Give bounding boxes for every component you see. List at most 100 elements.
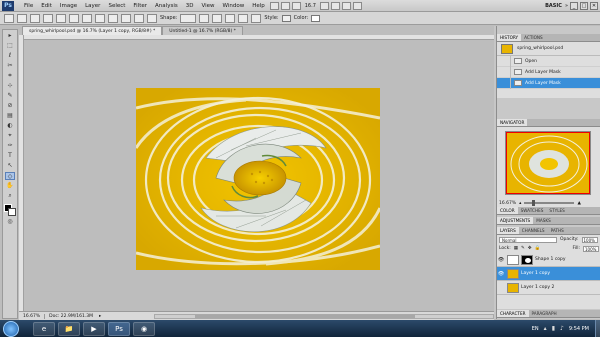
- tab-spring-whirlpool[interactable]: spring_whirlpool.psd @ 16.7% (Layer 1 co…: [22, 26, 163, 35]
- color-swatches[interactable]: [4, 204, 16, 216]
- taskbar-ie-icon[interactable]: e: [33, 321, 55, 336]
- blend-mode-select[interactable]: Normal: [499, 236, 557, 243]
- lock-position-icon[interactable]: ✥: [528, 246, 532, 251]
- ruler-vertical[interactable]: [19, 35, 24, 311]
- hand-tool-icon[interactable]: ✋: [5, 182, 15, 190]
- history-brush-tool-icon[interactable]: ▤: [5, 112, 15, 120]
- screen-mode-icon[interactable]: [352, 1, 362, 10]
- intersect-shape-icon[interactable]: [225, 13, 236, 23]
- taskbar-explorer-icon[interactable]: 📁: [58, 321, 80, 336]
- mini-bridge-icon[interactable]: [280, 1, 290, 10]
- tab-masks[interactable]: MASKS: [533, 217, 554, 224]
- tab-color[interactable]: COLOR: [497, 207, 518, 214]
- quick-mask-icon[interactable]: ◎: [5, 218, 15, 226]
- menu-image[interactable]: Image: [56, 3, 81, 9]
- pen-icon[interactable]: [56, 13, 66, 23]
- opacity-input[interactable]: 100%: [581, 236, 598, 243]
- show-desktop-button[interactable]: [595, 320, 600, 337]
- menu-3d[interactable]: 3D: [182, 3, 198, 9]
- type-tool-icon[interactable]: T: [5, 152, 15, 160]
- tab-layers[interactable]: LAYERS: [497, 227, 519, 234]
- history-row-selected[interactable]: Add Layer Mask: [497, 77, 600, 89]
- menu-window[interactable]: Window: [219, 3, 249, 9]
- arrange-documents-icon[interactable]: [341, 1, 351, 10]
- navigator-preview[interactable]: [505, 131, 591, 195]
- history-snapshot[interactable]: spring_whirlpool.psd: [497, 42, 600, 56]
- lock-all-icon[interactable]: 🔒: [535, 246, 541, 251]
- menu-select[interactable]: Select: [104, 3, 129, 9]
- crop-tool-icon[interactable]: ⌗: [5, 72, 15, 80]
- clock[interactable]: 9:54 PM: [569, 326, 589, 332]
- shape-picker[interactable]: [180, 13, 197, 23]
- pen-tool-icon[interactable]: ✑: [5, 142, 15, 150]
- polygon-icon[interactable]: [121, 13, 131, 23]
- tab-swatches[interactable]: SWATCHES: [518, 207, 547, 214]
- layer-mask-thumbnail[interactable]: [521, 254, 533, 265]
- start-button[interactable]: [3, 320, 19, 337]
- tab-channels[interactable]: CHANNELS: [519, 227, 548, 234]
- path-select-tool-icon[interactable]: ↖: [5, 162, 15, 170]
- visibility-eye-icon[interactable]: 👁: [497, 271, 505, 277]
- quick-select-tool-icon[interactable]: ✂: [5, 62, 15, 70]
- style-swatch[interactable]: [281, 14, 291, 22]
- menu-edit[interactable]: Edit: [37, 3, 56, 9]
- status-arrow-icon[interactable]: ▸: [97, 314, 103, 319]
- zoom-tool-icon[interactable]: ⌕: [5, 192, 15, 200]
- history-row[interactable]: Open: [497, 55, 600, 67]
- zoom-level[interactable]: 16.7: [302, 3, 319, 9]
- exclude-shape-icon[interactable]: [238, 13, 249, 23]
- lock-transparency-icon[interactable]: ▦: [514, 246, 518, 251]
- tab-styles[interactable]: STYLES: [546, 207, 567, 214]
- menu-layer[interactable]: Layer: [81, 3, 104, 9]
- add-to-shape-icon[interactable]: [199, 13, 210, 23]
- tool-preset-icon[interactable]: [4, 13, 14, 23]
- shape-tool-icon[interactable]: ◇: [5, 172, 15, 180]
- workspace-switcher[interactable]: BASIC: [545, 3, 565, 9]
- rounded-rectangle-icon[interactable]: [95, 13, 105, 23]
- lasso-tool-icon[interactable]: ℓ: [5, 52, 15, 60]
- dodge-tool-icon[interactable]: ⌖: [5, 132, 15, 140]
- tab-actions[interactable]: ACTIONS: [521, 34, 546, 41]
- taskbar-camera-icon[interactable]: ◉: [133, 321, 155, 336]
- tab-paragraph[interactable]: PARAGRAPH: [529, 310, 560, 317]
- stamp-tool-icon[interactable]: ⊘: [5, 102, 15, 110]
- tray-network-icon[interactable]: ▮: [552, 325, 555, 332]
- menu-file[interactable]: File: [20, 3, 37, 9]
- freeform-pen-icon[interactable]: [69, 13, 79, 23]
- history-brush-source-icon[interactable]: [497, 77, 511, 89]
- link-icon[interactable]: [251, 13, 262, 23]
- status-zoom[interactable]: 16.67%: [19, 313, 46, 319]
- rectangle-icon[interactable]: [82, 13, 92, 23]
- layer-row-layer-1-copy-2[interactable]: Layer 1 copy 2: [497, 281, 600, 295]
- fill-pixels-icon[interactable]: [43, 13, 53, 23]
- marquee-tool-icon[interactable]: ⬚: [5, 42, 15, 50]
- move-tool-icon[interactable]: ▸: [5, 32, 15, 40]
- menu-filter[interactable]: Filter: [129, 3, 151, 9]
- visibility-eye-icon[interactable]: 👁: [497, 257, 505, 263]
- navigator-view-rect[interactable]: [506, 132, 590, 194]
- gradient-tool-icon[interactable]: ◐: [5, 122, 15, 130]
- fill-input[interactable]: 100%: [583, 245, 599, 252]
- line-icon[interactable]: [134, 13, 144, 23]
- tray-show-hidden-icon[interactable]: ▴: [544, 325, 547, 332]
- color-swatch[interactable]: [311, 14, 321, 22]
- bridge-icon[interactable]: [269, 1, 279, 10]
- close-button[interactable]: ✕: [590, 1, 598, 10]
- navigator-zoom-slider[interactable]: [524, 200, 575, 206]
- lock-pixels-icon[interactable]: ✎: [521, 246, 525, 251]
- eyedropper-tool-icon[interactable]: ⊹: [5, 82, 15, 90]
- tab-adjustments[interactable]: ADJUSTMENTS: [497, 217, 534, 224]
- tab-navigator[interactable]: NAVIGATOR: [497, 119, 528, 126]
- menu-view[interactable]: View: [197, 3, 218, 9]
- subtract-shape-icon[interactable]: [212, 13, 223, 23]
- zoom-out-icon[interactable]: ▴: [519, 201, 521, 206]
- zoom-tool-icon[interactable]: [330, 1, 340, 10]
- ellipse-icon[interactable]: [108, 13, 118, 23]
- view-extras-icon[interactable]: [291, 1, 301, 10]
- layer-row-shape-1-copy[interactable]: 👁 Shape 1 copy: [497, 253, 600, 267]
- tab-character[interactable]: CHARACTER: [497, 310, 529, 317]
- menu-analysis[interactable]: Analysis: [151, 3, 182, 9]
- menu-help[interactable]: Help: [248, 3, 269, 9]
- tray-volume-icon[interactable]: ♪: [560, 325, 564, 332]
- zoom-in-icon[interactable]: ▲: [577, 201, 580, 206]
